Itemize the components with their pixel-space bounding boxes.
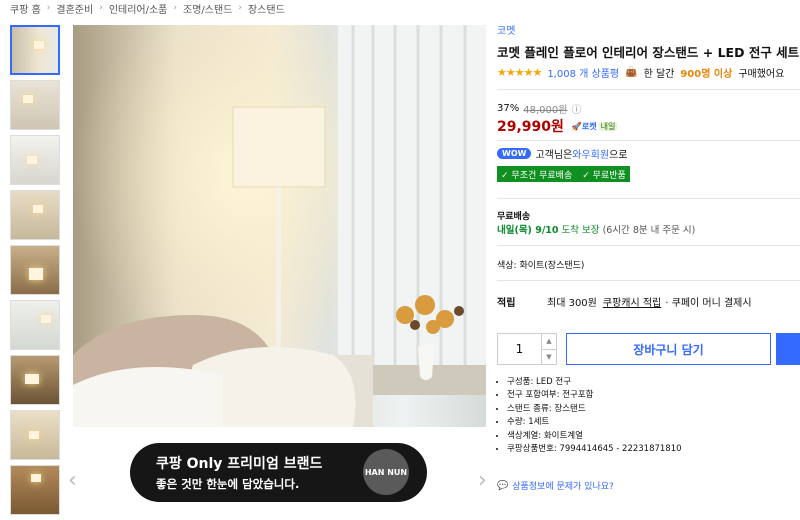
thumbnail-list bbox=[10, 25, 62, 520]
breadcrumb: 쿠팡 홈 › 결혼준비 › 인테리어/소품 › 조명/스탠드 › 장스탠드 bbox=[10, 0, 285, 16]
wow-member-row: WOW 고객님은 와우회원 으로 bbox=[497, 146, 627, 161]
quantity-stepper[interactable]: 1 ▲ ▼ bbox=[497, 333, 557, 365]
chevron-right-icon: › bbox=[173, 3, 177, 13]
discount-row: 37% 48,000원 ⓘ bbox=[497, 101, 581, 116]
thumbnail-6[interactable] bbox=[10, 300, 60, 350]
list-item: 전구 포함여부: 전구포함 bbox=[507, 389, 682, 402]
divider bbox=[497, 280, 800, 281]
divider bbox=[497, 89, 800, 90]
product-title: 코멧 플레인 플로어 인테리어 장스탠드 + LED 전구 세트 bbox=[497, 45, 800, 60]
list-item: 구성품: LED 전구 bbox=[507, 376, 682, 389]
purchase-count: 900명 이상 bbox=[680, 69, 733, 80]
points-note: · 쿠페이 머니 결제시 bbox=[665, 298, 752, 309]
original-price: 48,000원 bbox=[523, 105, 568, 116]
product-main-image bbox=[73, 25, 486, 427]
premium-brand-banner[interactable]: 쿠팡 Only 프리미엄 브랜드 좋은 것만 한눈에 담았습니다. HAN NU… bbox=[130, 443, 427, 502]
breadcrumb-wedding[interactable]: 결혼준비 bbox=[56, 1, 93, 16]
info-icon[interactable]: ⓘ bbox=[571, 101, 581, 116]
free-shipping-badge: ✓ 무조건 무료배송 ✓ 무료반품 bbox=[497, 166, 630, 182]
chevron-right-icon: › bbox=[46, 3, 51, 13]
discount-rate: 37% bbox=[497, 103, 520, 114]
check-icon: ✓ bbox=[582, 170, 590, 181]
delivery-date-row: 내일(목) 9/10 도착 보장 (6시간 8분 내 주문 시) bbox=[497, 222, 695, 236]
purchase-period: 한 달간 bbox=[643, 69, 675, 80]
free-return-label: 무료반품 bbox=[592, 170, 626, 181]
buy-now-button[interactable] bbox=[776, 333, 800, 365]
wow-text-prefix: 고객님은 bbox=[535, 150, 573, 161]
list-item: 쿠팡상품번호: 7994414645 - 22231871810 bbox=[507, 443, 682, 456]
chevron-down-icon[interactable]: ▼ bbox=[542, 350, 556, 365]
divider bbox=[497, 140, 800, 141]
sale-price-row: 29,990원 🚀로켓 내일 bbox=[497, 116, 618, 136]
check-icon: ✓ bbox=[501, 170, 509, 181]
thumbnail-9[interactable] bbox=[10, 465, 60, 515]
thumbnail-7[interactable] bbox=[10, 355, 60, 405]
delivery-guarantee: 도착 보장 bbox=[561, 225, 600, 236]
points-label: 적립 bbox=[497, 298, 516, 309]
selected-option: 색상: 화이트(장스탠드) bbox=[497, 261, 585, 271]
breadcrumb-floor-stand[interactable]: 장스탠드 bbox=[248, 1, 285, 16]
spec-list: 구성품: LED 전구 전구 포함여부: 전구포함 스탠드 종류: 장스탠드 수… bbox=[497, 376, 682, 456]
brand-link[interactable]: 코멧 bbox=[497, 22, 515, 37]
breadcrumb-home[interactable]: 쿠팡 홈 bbox=[10, 1, 41, 16]
prev-image-arrow-icon[interactable]: ‹ bbox=[68, 468, 77, 493]
thumbnail-2[interactable] bbox=[10, 80, 60, 130]
wow-member-link[interactable]: 와우회원 bbox=[572, 146, 609, 161]
product-photo bbox=[73, 25, 486, 427]
rocket-label: 로켓 bbox=[581, 121, 597, 131]
divider bbox=[497, 198, 800, 199]
quantity-input[interactable]: 1 bbox=[498, 342, 541, 356]
list-item: 스탠드 종류: 장스탠드 bbox=[507, 403, 682, 416]
sale-price: 29,990원 bbox=[497, 119, 564, 135]
free-shipping-label: 무조건 무료배송 bbox=[511, 170, 573, 181]
thumbnail-1[interactable] bbox=[10, 25, 60, 75]
star-rating-icon: ★★★★★ bbox=[497, 66, 542, 79]
rocket-icon: 🚀 bbox=[571, 121, 582, 131]
chevron-right-icon: › bbox=[99, 3, 103, 13]
delivery-note: (6시간 8분 내 주문 시) bbox=[602, 225, 696, 236]
rating-row: ★★★★★ 1,008 개 상품평 👜 한 달간 900명 이상 구매했어요 bbox=[497, 65, 784, 80]
coupang-cash-link[interactable]: 쿠팡캐시 적립 bbox=[603, 294, 661, 309]
chevron-up-icon[interactable]: ▲ bbox=[542, 334, 556, 350]
wow-badge: WOW bbox=[497, 148, 532, 159]
thumbnail-8[interactable] bbox=[10, 410, 60, 460]
add-to-cart-button[interactable]: 장바구니 담기 bbox=[566, 333, 771, 365]
rocket-tag: 내일 bbox=[598, 121, 618, 131]
review-count-link[interactable]: 1,008 개 상품평 bbox=[547, 65, 619, 80]
delivery-date: 내일(목) 9/10 bbox=[497, 225, 559, 236]
breadcrumb-interior[interactable]: 인테리어/소품 bbox=[109, 1, 168, 16]
shipping-title: 무료배송 bbox=[497, 212, 531, 222]
next-image-arrow-icon[interactable]: › bbox=[478, 468, 487, 493]
purchase-suffix: 구매했어요 bbox=[738, 69, 785, 80]
rocket-delivery-badge: 🚀로켓 내일 bbox=[571, 121, 618, 132]
points-max: 최대 300원 bbox=[547, 298, 597, 309]
thumbnail-4[interactable] bbox=[10, 190, 60, 240]
thumbnail-3[interactable] bbox=[10, 135, 60, 185]
list-item: 수량: 1세트 bbox=[507, 416, 682, 429]
chevron-right-icon: › bbox=[238, 3, 242, 13]
chat-icon: 💬 bbox=[497, 480, 509, 491]
breadcrumb-lighting[interactable]: 조명/스탠드 bbox=[183, 1, 232, 16]
thumbnail-5[interactable] bbox=[10, 245, 60, 295]
banner-title: 쿠팡 Only 프리미엄 브랜드 bbox=[156, 456, 323, 472]
report-issue-link[interactable]: 💬 상품정보에 문제가 있나요? bbox=[497, 479, 614, 493]
divider bbox=[497, 245, 800, 246]
banner-subtitle: 좋은 것만 한눈에 담았습니다. bbox=[156, 477, 300, 491]
list-item: 색상계열: 화이트계열 bbox=[507, 430, 682, 443]
points-row: 적립 최대 300원 쿠팡캐시 적립 · 쿠페이 머니 결제시 bbox=[497, 294, 752, 309]
shopping-bag-icon: 👜 bbox=[625, 67, 638, 78]
brand-logo-badge: HAN NUN bbox=[363, 449, 409, 495]
report-issue-label[interactable]: 상품정보에 문제가 있나요? bbox=[512, 479, 614, 492]
wow-text-suffix: 으로 bbox=[609, 150, 628, 161]
